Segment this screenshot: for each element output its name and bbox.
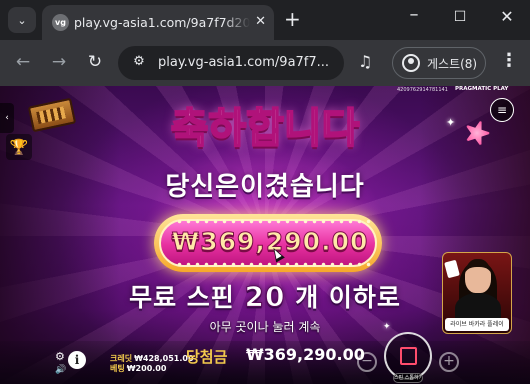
info-icon[interactable]: i xyxy=(68,351,86,369)
window-close-icon[interactable]: ✕ xyxy=(497,7,517,26)
media-queue-icon[interactable]: ♫ xyxy=(358,52,372,71)
live-baccarat-promo[interactable]: 라이브 바카라 플레이 xyxy=(442,252,512,334)
spin-caption: 스핀 스톱하기 xyxy=(393,373,423,383)
bet-display: 베팅 ₩200.00 xyxy=(110,363,166,374)
site-favicon-icon: vg xyxy=(52,14,69,31)
browser-toolbar: ← → ↻ ⚙ play.vg-asia1.com/9a7f7... ♫ 게스트… xyxy=(0,40,530,86)
increase-bet-button[interactable]: + xyxy=(439,352,459,372)
congrats-headline: 축하합니다 xyxy=(170,103,361,153)
sound-icon[interactable]: 🔊 xyxy=(55,365,66,375)
profile-label: 게스트(8) xyxy=(427,57,478,71)
win-subheadline: 당신은이겼습니다 xyxy=(165,172,365,202)
free-spins-count: 20 xyxy=(244,280,286,314)
bet-label: 베팅 xyxy=(110,364,125,373)
credit-value: ₩428,051.00 xyxy=(134,354,194,363)
profile-button[interactable]: 게스트(8) xyxy=(392,47,486,79)
win-value: ₩369,290.00 xyxy=(246,345,365,364)
credit-label: 크레딧 xyxy=(110,354,133,363)
win-amount-plate-inner: ₩369,290.00 xyxy=(159,218,377,268)
provider-logo: PRAGMATIC PLAY xyxy=(455,86,509,92)
playing-card-icon xyxy=(444,259,460,279)
tune-icon[interactable]: ⚙ xyxy=(130,54,148,72)
address-bar[interactable]: ⚙ play.vg-asia1.com/9a7f7... xyxy=(118,46,344,80)
game-canvas[interactable]: 4209762914781141 PRAGMATIC PLAY ‹ 🏆 ≡ ✦ … xyxy=(0,86,530,384)
win-label: 당첨금 xyxy=(186,348,228,366)
person-icon xyxy=(402,54,420,72)
maximize-icon[interactable]: ☐ xyxy=(450,9,470,25)
tab-strip: ⌄ vg play.vg-asia1.com/9a7f7d2090 ✕ + – … xyxy=(0,0,530,40)
plus-icon[interactable]: + xyxy=(284,8,301,30)
gear-icon[interactable]: ⚙ xyxy=(55,350,65,363)
plate-lights xyxy=(175,218,375,225)
free-spins-suffix: 개 이하로 xyxy=(295,283,401,312)
chevron-down-icon[interactable]: ⌄ xyxy=(8,7,36,33)
stop-icon xyxy=(400,347,417,365)
address-bar-url[interactable]: play.vg-asia1.com/9a7f7... xyxy=(158,55,329,70)
close-icon[interactable]: ✕ xyxy=(255,14,266,29)
tab-title: play.vg-asia1.com/9a7f7d2090 xyxy=(74,15,250,30)
game-round-id: 4209762914781141 xyxy=(397,87,448,93)
reload-icon[interactable]: ↻ xyxy=(84,52,106,72)
decrease-bet-button[interactable]: − xyxy=(357,352,377,372)
bet-value: ₩200.00 xyxy=(126,364,167,373)
live-promo-label: 라이브 바카라 플레이 xyxy=(445,318,509,331)
win-amount-plate: ₩369,290.00 xyxy=(154,214,382,272)
dealer-face xyxy=(465,259,491,293)
more-vert-icon[interactable]: ⋮ xyxy=(500,50,518,71)
free-spins-prefix: 무료 스핀 xyxy=(129,283,235,312)
browser-tab[interactable]: vg play.vg-asia1.com/9a7f7d2090 ✕ xyxy=(42,5,274,40)
arrow-right-icon[interactable]: → xyxy=(48,52,70,72)
minimize-icon[interactable]: – xyxy=(404,4,424,25)
arrow-left-icon[interactable]: ← xyxy=(12,52,34,72)
